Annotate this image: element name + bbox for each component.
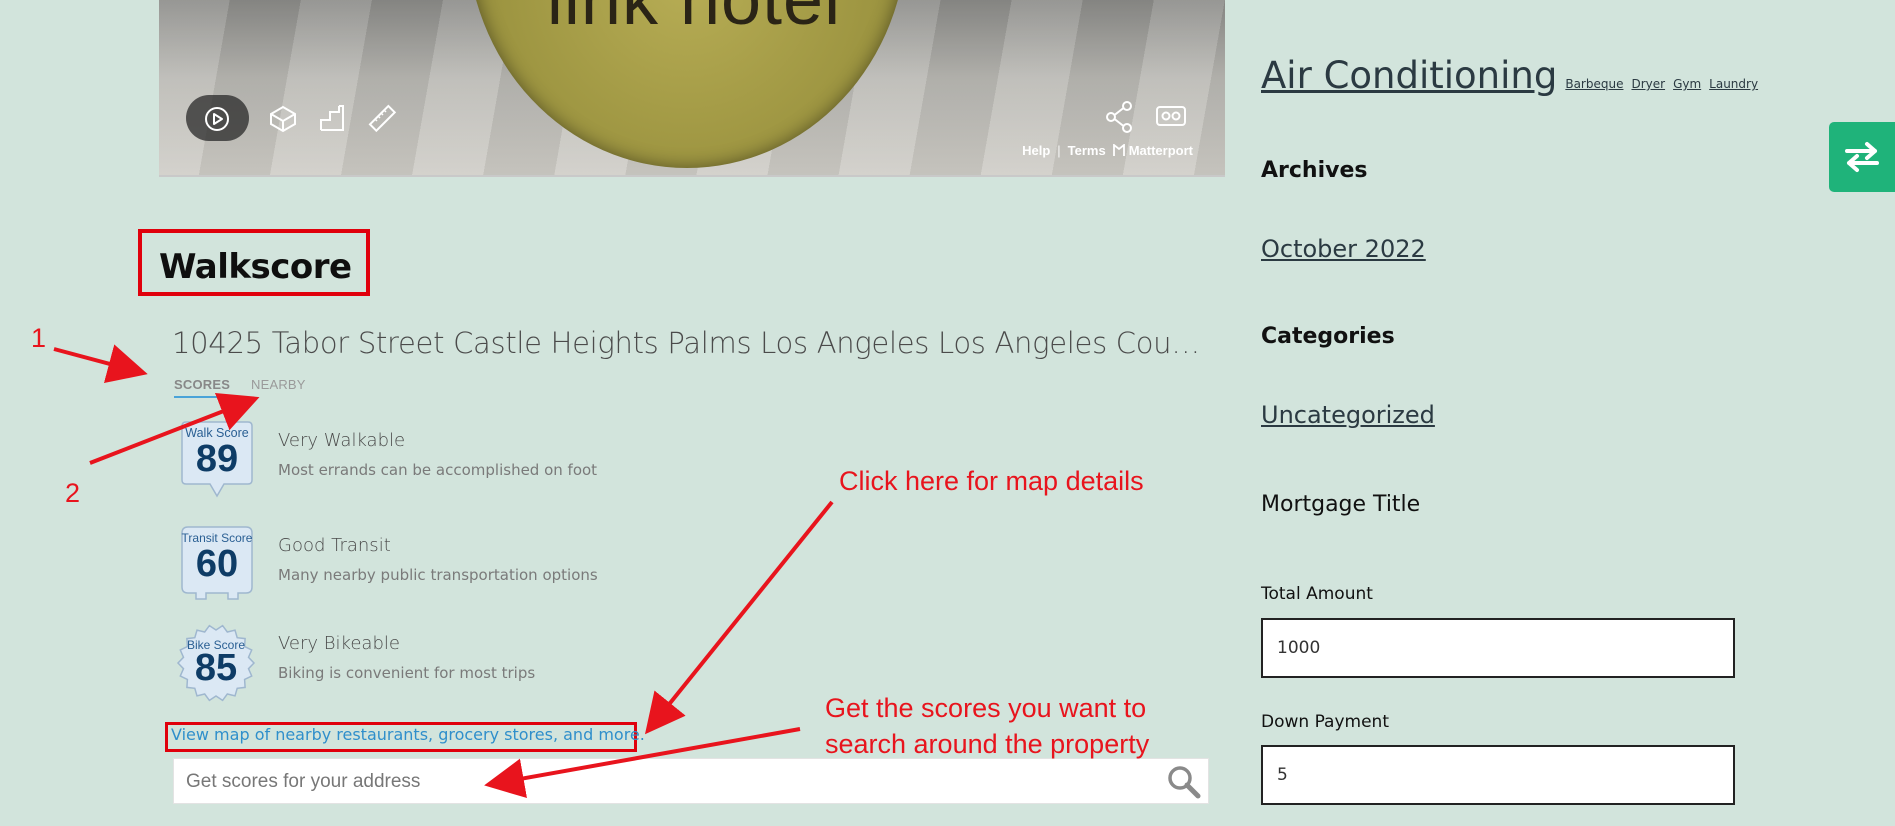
total-amount-field[interactable] xyxy=(1261,618,1735,678)
walkscore-address: 10425 Tabor Street Castle Heights Palms … xyxy=(172,326,1208,360)
tag-dryer[interactable]: Dryer xyxy=(1631,77,1665,91)
dollhouse-icon[interactable] xyxy=(267,102,299,134)
down-payment-label: Down Payment xyxy=(1261,712,1389,732)
rug-logo-text: link hotel xyxy=(546,0,842,40)
tab-scores[interactable]: SCORES xyxy=(174,377,230,392)
switch-layout-button[interactable] xyxy=(1829,122,1895,192)
annotation-number-2: 2 xyxy=(65,478,81,508)
transit-score-value: 60 xyxy=(196,543,238,585)
mortgage-title: Mortgage Title xyxy=(1261,492,1421,517)
swap-arrows-icon xyxy=(1845,142,1879,172)
down-payment-field[interactable] xyxy=(1261,745,1735,805)
bike-score-title: Very Bikeable xyxy=(278,633,400,654)
transit-score-row: Transit Score 60 Good Transit Many nearb… xyxy=(180,525,880,605)
annotation-number-1: 1 xyxy=(31,323,47,353)
measure-icon[interactable] xyxy=(366,102,398,134)
walk-score-row: Walk Score 89 Very Walkable Most errands… xyxy=(180,420,880,500)
tab-nearby[interactable]: NEARBY xyxy=(251,377,306,392)
arrow-1 xyxy=(53,344,148,384)
view-map-link[interactable]: View map of nearby restaurants, grocery … xyxy=(171,725,645,744)
vr-icon[interactable] xyxy=(1155,104,1187,128)
tag-cloud: Air Conditioning Barbeque Dryer Gym Laun… xyxy=(1261,54,1758,97)
tag-laundry[interactable]: Laundry xyxy=(1709,77,1758,91)
walk-score-description: Most errands can be accomplished on foot xyxy=(278,461,598,479)
transit-score-description: Many nearby public transportation option… xyxy=(278,566,598,584)
annotation-search-note-line1: Get the scores you want to xyxy=(825,693,1147,723)
archive-october-2022-link[interactable]: October 2022 xyxy=(1261,235,1426,263)
bike-score-value: 85 xyxy=(195,647,237,689)
walk-score-badge-icon: Walk Score 89 xyxy=(181,421,253,498)
walk-score-title: Very Walkable xyxy=(278,430,406,451)
archives-heading: Archives xyxy=(1261,158,1368,183)
tour-footer: Help | Terms Matterport xyxy=(1022,143,1193,158)
tag-air-conditioning[interactable]: Air Conditioning xyxy=(1261,54,1557,97)
footer-separator: | xyxy=(1057,143,1061,158)
total-amount-label: Total Amount xyxy=(1261,584,1373,604)
tag-barbeque[interactable]: Barbeque xyxy=(1565,77,1623,91)
active-tab-indicator xyxy=(174,396,226,398)
annotation-search-note-line2: search around the property xyxy=(825,729,1150,759)
tag-gym[interactable]: Gym xyxy=(1673,77,1701,91)
category-uncategorized-link[interactable]: Uncategorized xyxy=(1261,401,1435,429)
terms-link[interactable]: Terms xyxy=(1068,143,1106,158)
matterport-logo-icon xyxy=(1112,144,1125,156)
matterport-label: Matterport xyxy=(1128,143,1193,158)
matterport-link[interactable]: Matterport xyxy=(1112,143,1193,158)
help-link[interactable]: Help xyxy=(1022,143,1050,158)
bike-score-row: Bike Score 85 Very Bikeable Biking is co… xyxy=(176,623,880,703)
play-icon[interactable] xyxy=(203,105,231,133)
bike-score-badge-icon: Bike Score 85 xyxy=(176,624,256,702)
floorplan-icon[interactable] xyxy=(317,102,347,134)
walkscore-heading: Walkscore xyxy=(159,247,352,287)
matterport-tour[interactable]: link hotel Help | Terms Matterport xyxy=(159,0,1225,177)
address-search-box xyxy=(173,758,1209,805)
address-search-input[interactable] xyxy=(174,759,1148,805)
transit-score-title: Good Transit xyxy=(278,535,391,556)
categories-heading: Categories xyxy=(1261,324,1395,349)
search-icon[interactable] xyxy=(1166,764,1202,804)
walk-score-value: 89 xyxy=(196,438,238,480)
transit-score-badge-icon: Transit Score 60 xyxy=(181,526,253,600)
bike-score-description: Biking is convenient for most trips xyxy=(278,664,536,682)
share-icon[interactable] xyxy=(1103,100,1135,134)
annotation-map-note: Click here for map details xyxy=(839,466,1144,496)
